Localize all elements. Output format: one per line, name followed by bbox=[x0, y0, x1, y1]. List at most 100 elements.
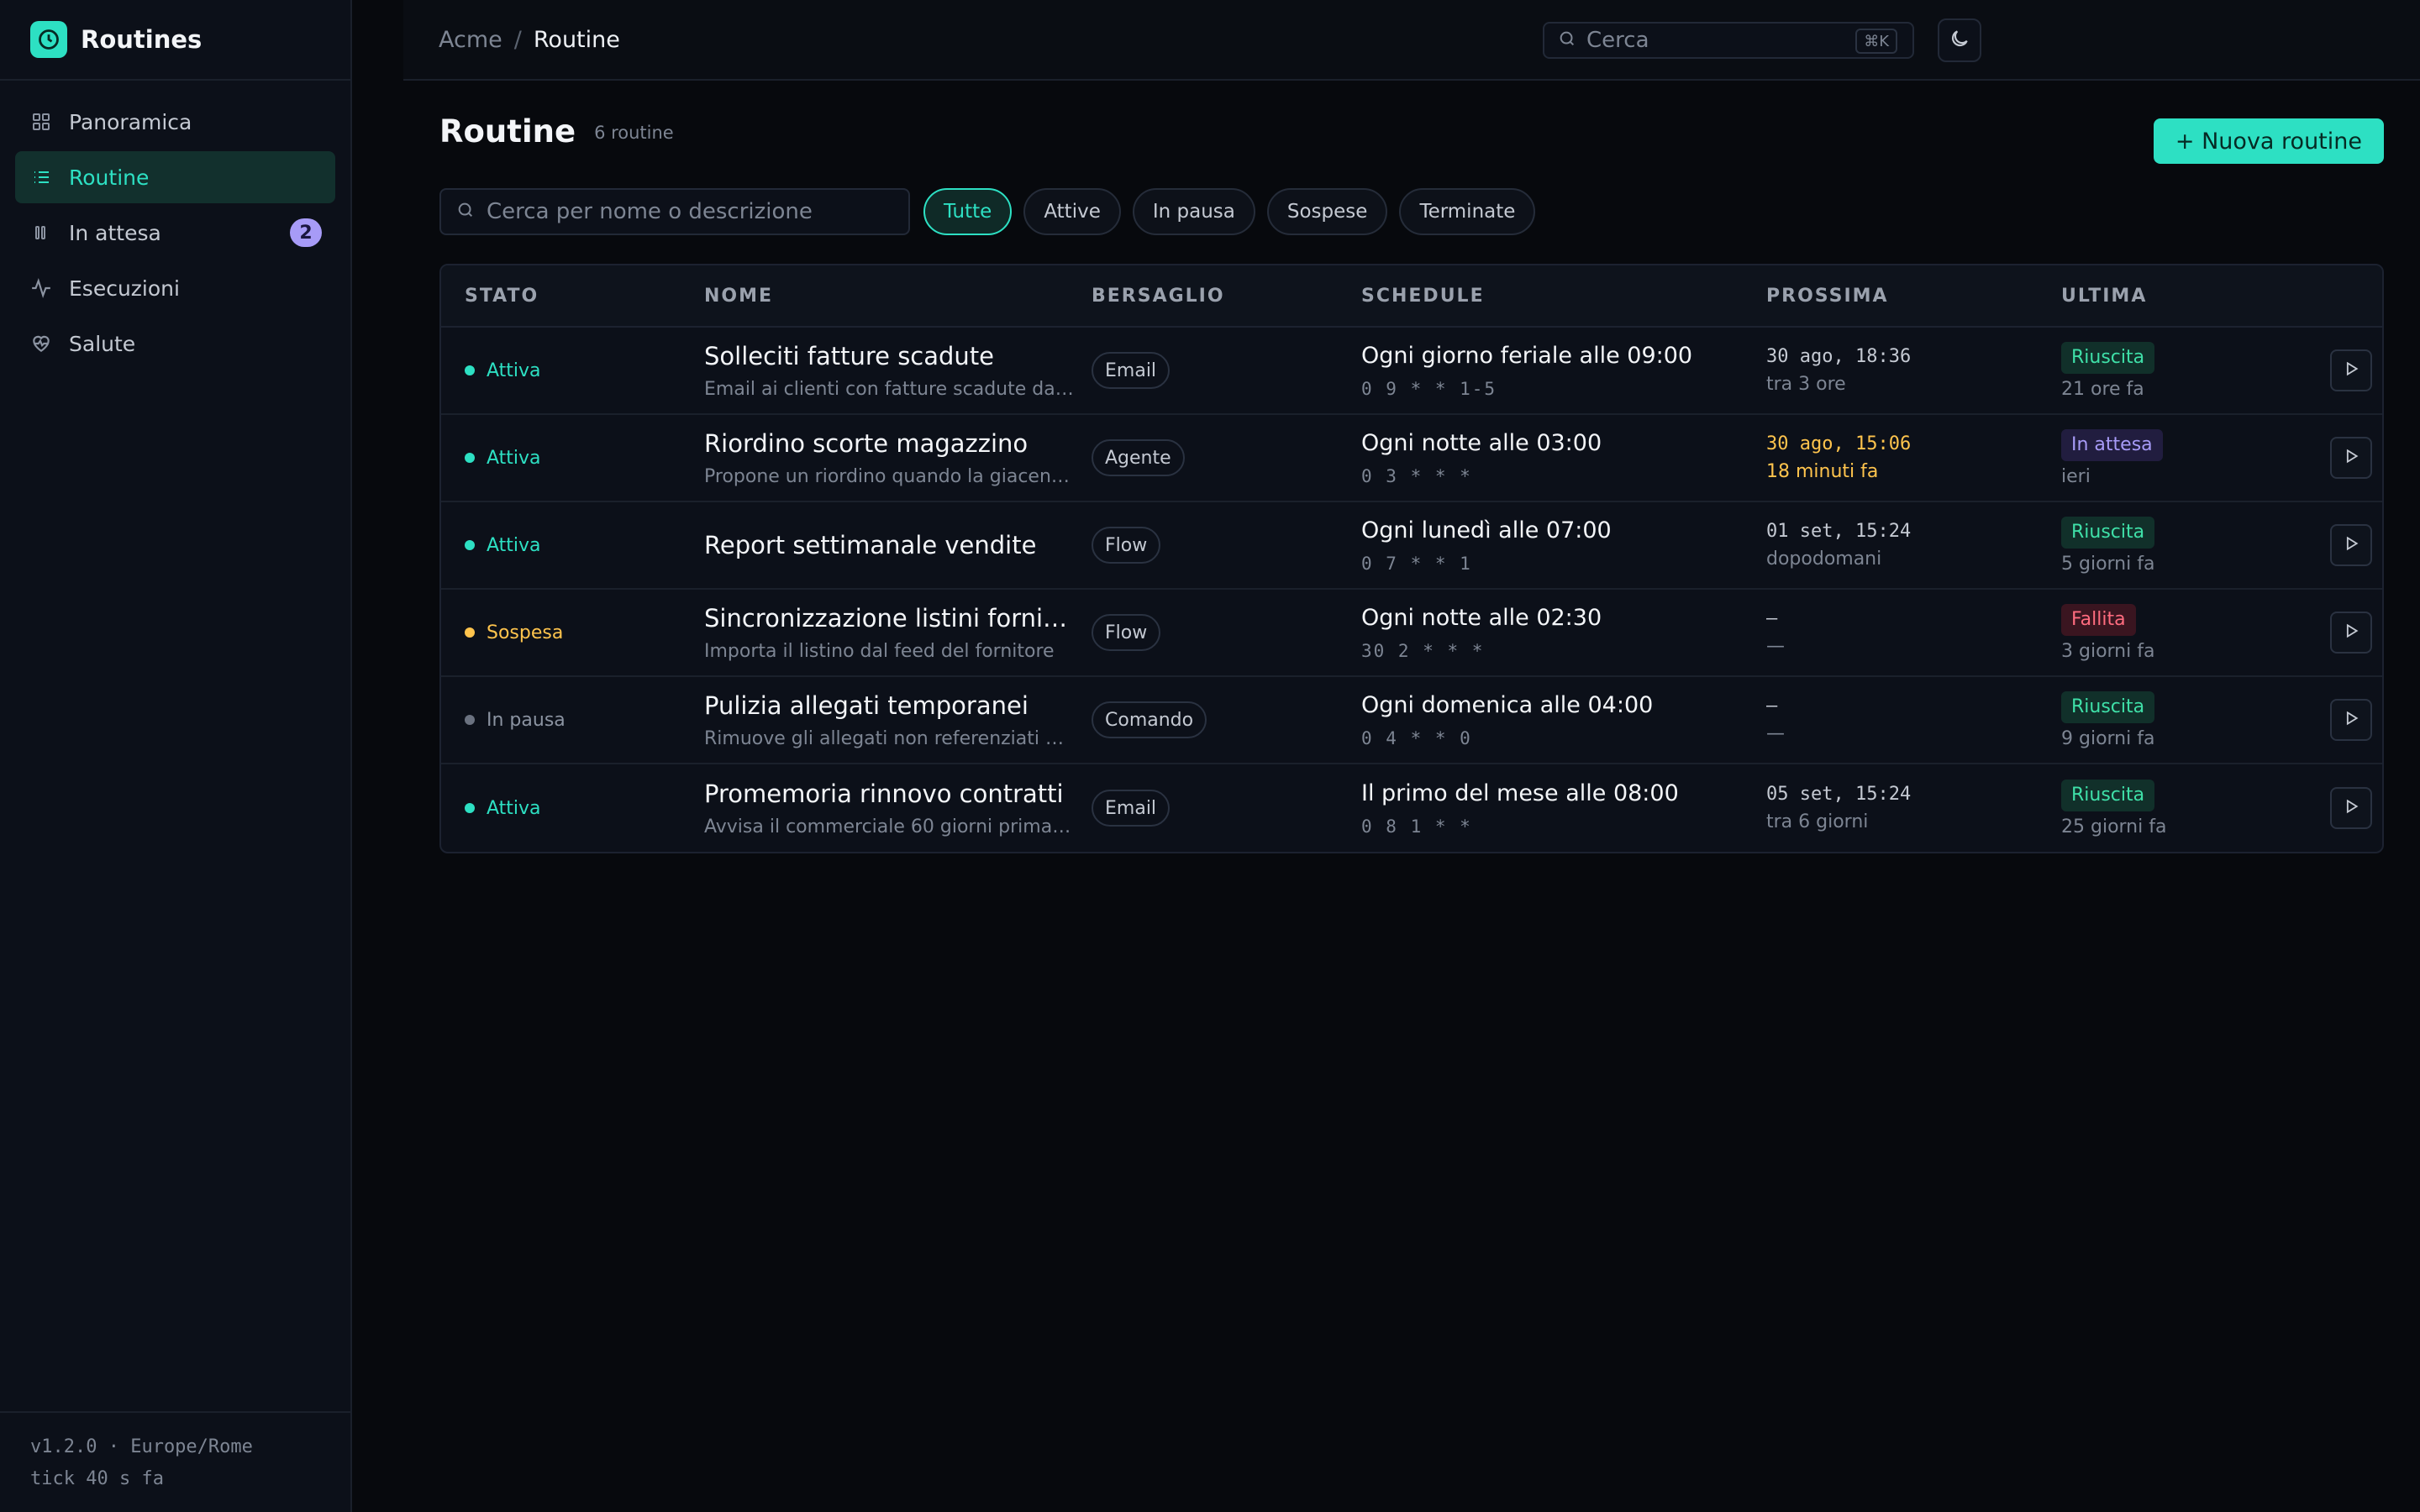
run-now-button[interactable] bbox=[2330, 349, 2372, 391]
status-cell: In pausa bbox=[465, 710, 566, 731]
table-row[interactable]: Sospesa Sincronizzazione listini fornit…… bbox=[441, 590, 2382, 677]
sidebar-item-panoramica[interactable]: Panoramica bbox=[15, 96, 335, 148]
brand[interactable]: Routines bbox=[0, 0, 350, 81]
breadcrumb-current: Routine bbox=[533, 26, 620, 53]
column-header-nome[interactable]: NOME bbox=[704, 286, 1074, 307]
schedule-cell: Ogni notte alle 03:00 0 3 * * * bbox=[1361, 430, 1602, 486]
global-search-input[interactable] bbox=[1586, 28, 1839, 53]
routine-description: Rimuove gli allegati non referenziati pi… bbox=[704, 727, 1074, 749]
column-header-prossima[interactable]: PROSSIMA bbox=[1766, 286, 1889, 307]
filter-chip-in-pausa[interactable]: In pausa bbox=[1132, 188, 1255, 235]
last-run-badge: Fallita bbox=[2061, 603, 2136, 636]
global-search[interactable]: ⌘K bbox=[1543, 22, 1914, 59]
next-run-cell: – — bbox=[1766, 608, 1785, 657]
next-run-time: 30 ago, 18:36 bbox=[1766, 346, 1912, 367]
target-cell: Email bbox=[1092, 352, 1171, 389]
last-run-badge: Riuscita bbox=[2061, 690, 2155, 723]
table-row[interactable]: Attiva Promemoria rinnovo contratti Avvi… bbox=[441, 764, 2382, 852]
last-run-relative: 5 giorni fa bbox=[2061, 553, 2155, 575]
routine-name[interactable]: Riordino scorte magazzino bbox=[704, 429, 1074, 458]
status-cell: Attiva bbox=[465, 448, 541, 469]
run-now-button[interactable] bbox=[2330, 524, 2372, 566]
target-chip: Comando bbox=[1092, 701, 1207, 738]
next-run-time: 30 ago, 15:06 bbox=[1766, 433, 1912, 454]
status-cell: Attiva bbox=[465, 360, 541, 381]
run-now-button[interactable] bbox=[2330, 437, 2372, 479]
target-chip: Agente bbox=[1092, 439, 1185, 476]
run-now-button[interactable] bbox=[2330, 699, 2372, 741]
routines-table: STATO NOME BERSAGLIO SCHEDULE PROSSIMA U… bbox=[439, 264, 2384, 853]
routine-name[interactable]: Sincronizzazione listini fornit… bbox=[704, 604, 1074, 633]
filter-chip-tutte[interactable]: Tutte bbox=[923, 188, 1013, 235]
routine-search-input[interactable] bbox=[487, 199, 890, 224]
next-run-time: – bbox=[1766, 696, 1778, 717]
sidebar-item-routine[interactable]: Routine bbox=[15, 151, 335, 203]
pause-icon bbox=[30, 222, 52, 244]
grid-icon bbox=[30, 111, 52, 133]
target-cell: Comando bbox=[1092, 701, 1207, 738]
next-run-cell: – — bbox=[1766, 696, 1785, 744]
schedule-cell: Ogni giorno feriale alle 09:00 0 9 * * 1… bbox=[1361, 343, 1692, 399]
sidebar-item-in-attesa[interactable]: In attesa 2 bbox=[15, 207, 335, 259]
column-header-ultima[interactable]: ULTIMA bbox=[2061, 286, 2147, 307]
target-chip: Email bbox=[1092, 790, 1171, 827]
schedule-text: Ogni notte alle 03:00 bbox=[1361, 429, 1602, 456]
last-run-relative: 9 giorni fa bbox=[2061, 727, 2155, 749]
play-icon bbox=[2343, 360, 2360, 381]
run-now-button[interactable] bbox=[2330, 612, 2372, 654]
breadcrumb-org[interactable]: Acme bbox=[439, 27, 502, 53]
cron-expression: 30 2 * * * bbox=[1361, 640, 1485, 661]
run-now-button[interactable] bbox=[2330, 787, 2372, 829]
routine-name[interactable]: Pulizia allegati temporanei bbox=[704, 691, 1074, 720]
new-routine-button[interactable]: + Nuova routine bbox=[2153, 118, 2384, 164]
filter-chip-terminate[interactable]: Terminate bbox=[1399, 188, 1536, 235]
theme-toggle-button[interactable] bbox=[1938, 18, 1981, 62]
heart-pulse-icon bbox=[30, 333, 52, 354]
filter-chip-attive[interactable]: Attive bbox=[1023, 188, 1121, 235]
table-row[interactable]: Attiva Solleciti fatture scadute Email a… bbox=[441, 328, 2382, 415]
status-cell: Sospesa bbox=[465, 622, 563, 643]
status-dot bbox=[465, 627, 475, 638]
target-cell: Email bbox=[1092, 790, 1171, 827]
last-run-relative: ieri bbox=[2061, 465, 2091, 487]
routine-search[interactable] bbox=[439, 188, 910, 235]
routine-description: Propone un riordino quando la giacenza… bbox=[704, 465, 1074, 487]
sidebar-item-esecuzioni[interactable]: Esecuzioni bbox=[15, 262, 335, 314]
table-row[interactable]: In pausa Pulizia allegati temporanei Rim… bbox=[441, 677, 2382, 764]
name-cell: Promemoria rinnovo contratti Avvisa il c… bbox=[704, 780, 1074, 837]
play-icon bbox=[2343, 798, 2360, 818]
last-run-cell: Riuscita 21 ore fa bbox=[2061, 341, 2155, 400]
page-title: Routine bbox=[439, 113, 576, 150]
table-row[interactable]: Attiva Riordino scorte magazzino Propone… bbox=[441, 415, 2382, 502]
status-dot bbox=[465, 365, 475, 375]
filter-chip-sospese[interactable]: Sospese bbox=[1266, 188, 1388, 235]
routine-name[interactable]: Report settimanale vendite bbox=[704, 531, 1074, 559]
sidebar-item-salute[interactable]: Salute bbox=[15, 318, 335, 370]
column-header-stato[interactable]: STATO bbox=[465, 286, 539, 307]
column-header-schedule[interactable]: SCHEDULE bbox=[1361, 286, 1485, 307]
version-timezone: v1.2.0 · Europe/Rome bbox=[30, 1436, 253, 1457]
play-icon bbox=[2343, 535, 2360, 555]
play-icon bbox=[2343, 710, 2360, 730]
next-run-cell: 30 ago, 15:06 18 minuti fa bbox=[1766, 433, 1911, 482]
name-cell: Sincronizzazione listini fornit… Importa… bbox=[704, 604, 1074, 662]
name-cell: Pulizia allegati temporanei Rimuove gli … bbox=[704, 691, 1074, 749]
schedule-text: Ogni giorno feriale alle 09:00 bbox=[1361, 342, 1693, 369]
target-cell: Flow bbox=[1092, 614, 1161, 651]
activity-icon bbox=[30, 277, 52, 299]
schedule-cell: Il primo del mese alle 08:00 0 8 1 * * bbox=[1361, 780, 1679, 837]
column-header-bersaglio[interactable]: BERSAGLIO bbox=[1092, 286, 1225, 307]
next-run-time: 05 set, 15:24 bbox=[1766, 784, 1912, 805]
next-run-relative: 18 minuti fa bbox=[1766, 461, 1879, 482]
status-dot bbox=[465, 803, 475, 813]
last-run-cell: Riuscita 25 giorni fa bbox=[2061, 779, 2166, 837]
filter-bar: Tutte Attive In pausa Sospese Terminate bbox=[439, 185, 2384, 239]
routine-name[interactable]: Solleciti fatture scadute bbox=[704, 342, 1074, 370]
next-run-time: – bbox=[1766, 608, 1778, 629]
search-icon bbox=[456, 201, 475, 223]
routine-name[interactable]: Promemoria rinnovo contratti bbox=[704, 780, 1074, 808]
table-row[interactable]: Attiva Report settimanale vendite Flow O… bbox=[441, 502, 2382, 590]
play-icon bbox=[2343, 448, 2360, 468]
name-cell: Solleciti fatture scadute Email ai clien… bbox=[704, 342, 1074, 400]
schedule-text: Ogni domenica alle 04:00 bbox=[1361, 691, 1654, 718]
